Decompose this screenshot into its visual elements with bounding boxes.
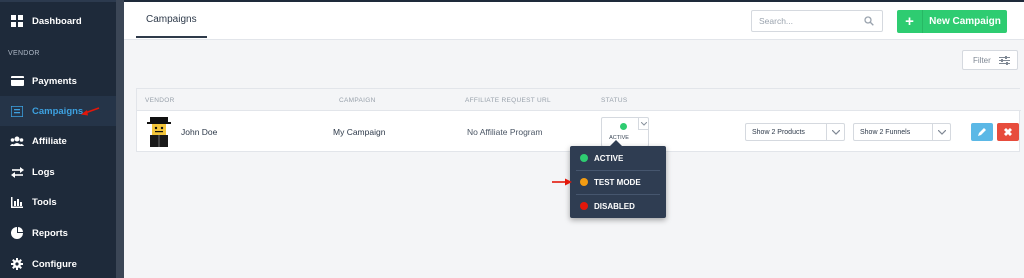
new-campaign-button[interactable]: + New Campaign xyxy=(897,10,1007,33)
sidebar-item-label: Payments xyxy=(32,75,77,87)
sidebar-item-campaigns[interactable]: Campaigns xyxy=(0,96,116,126)
pie-chart-icon xyxy=(10,226,24,240)
chevron-down-icon xyxy=(826,124,844,140)
status-dot xyxy=(620,123,627,130)
sidebar-item-payments[interactable]: Payments xyxy=(0,66,116,96)
column-header-vendor: VENDOR xyxy=(145,97,175,104)
close-icon: ✖ xyxy=(1003,126,1013,139)
filter-label: Filter xyxy=(973,55,991,65)
annotation-arrow-icon xyxy=(81,107,100,116)
status-option-label: DISABLED xyxy=(594,201,635,211)
sidebar-section-label: VENDOR xyxy=(8,50,40,57)
column-header-status: STATUS xyxy=(601,97,628,104)
card-icon xyxy=(10,74,24,88)
status-dropdown-menu: ACTIVE TEST MODE DISABLED xyxy=(570,140,666,218)
campaign-name[interactable]: My Campaign xyxy=(333,127,385,137)
delete-button[interactable]: ✖ xyxy=(997,123,1019,141)
campaigns-table: VENDOR CAMPAIGN AFFILIATE REQUEST URL ST… xyxy=(136,88,1021,152)
products-select-value: Show 2 Products xyxy=(752,128,805,136)
products-select[interactable]: Show 2 Products xyxy=(745,123,845,141)
sidebar-item-reports[interactable]: Reports xyxy=(0,218,116,248)
sliders-icon xyxy=(998,55,1010,65)
search-icon xyxy=(864,16,874,26)
annotation-arrow-icon xyxy=(552,178,572,186)
edit-button[interactable] xyxy=(971,123,993,141)
affiliate-url: No Affiliate Program xyxy=(467,127,543,137)
sidebar-item-label: Logs xyxy=(32,166,55,178)
sidebar-item-label: Configure xyxy=(32,258,77,270)
sidebar-item-affiliate[interactable]: Affiliate xyxy=(0,126,116,156)
column-header-affiliate-url: AFFILIATE REQUEST URL xyxy=(465,97,551,104)
table-header: VENDOR CAMPAIGN AFFILIATE REQUEST URL ST… xyxy=(137,89,1021,111)
orange-dot-icon xyxy=(580,178,588,186)
header-bar: Campaigns Search... + New Campaign xyxy=(124,2,1024,40)
sidebar-item-logs[interactable]: Logs xyxy=(0,157,116,187)
red-dot-icon xyxy=(580,202,588,210)
vendor-name: John Doe xyxy=(181,127,218,137)
grid-icon xyxy=(10,14,24,28)
search-placeholder: Search... xyxy=(759,16,794,26)
funnels-select[interactable]: Show 2 Funnels xyxy=(853,123,951,141)
sidebar: Dashboard VENDOR Payments Campaigns Affi… xyxy=(0,0,116,278)
status-option-disabled[interactable]: DISABLED xyxy=(570,194,666,218)
status-option-active[interactable]: ACTIVE xyxy=(570,146,666,170)
funnels-select-value: Show 2 Funnels xyxy=(860,128,911,136)
sidebar-scrollbar[interactable] xyxy=(116,0,124,278)
new-campaign-label: New Campaign xyxy=(929,16,1001,27)
users-icon xyxy=(10,134,24,148)
sidebar-item-label: Dashboard xyxy=(32,15,82,27)
pencil-icon xyxy=(978,128,986,136)
sidebar-item-label: Tools xyxy=(32,196,57,208)
gear-icon xyxy=(10,257,24,271)
status-option-test-mode[interactable]: TEST MODE xyxy=(570,170,666,194)
exchange-icon xyxy=(10,165,24,179)
sidebar-item-dashboard[interactable]: Dashboard xyxy=(0,6,116,36)
filter-button[interactable]: Filter xyxy=(962,50,1018,70)
list-icon xyxy=(10,104,24,118)
status-option-label: ACTIVE xyxy=(594,153,624,163)
avatar xyxy=(147,117,171,147)
status-option-label: TEST MODE xyxy=(594,177,641,187)
tab-campaigns[interactable]: Campaigns xyxy=(136,2,207,38)
sidebar-item-label: Campaigns xyxy=(32,105,84,117)
column-header-campaign: CAMPAIGN xyxy=(339,97,376,104)
chevron-down-icon[interactable] xyxy=(638,118,648,130)
main-panel: Campaigns Search... + New Campaign Filte… xyxy=(124,0,1024,278)
sidebar-item-label: Affiliate xyxy=(32,135,67,147)
green-dot-icon xyxy=(580,154,588,162)
search-input[interactable]: Search... xyxy=(751,10,883,32)
bar-chart-icon xyxy=(10,195,24,209)
sidebar-item-label: Reports xyxy=(32,227,68,239)
sidebar-item-configure[interactable]: Configure xyxy=(0,249,116,278)
chevron-down-icon xyxy=(932,124,950,140)
sidebar-item-tools[interactable]: Tools xyxy=(0,187,116,217)
status-select[interactable]: ACTIVE xyxy=(601,117,649,147)
plus-icon: + xyxy=(897,10,923,33)
